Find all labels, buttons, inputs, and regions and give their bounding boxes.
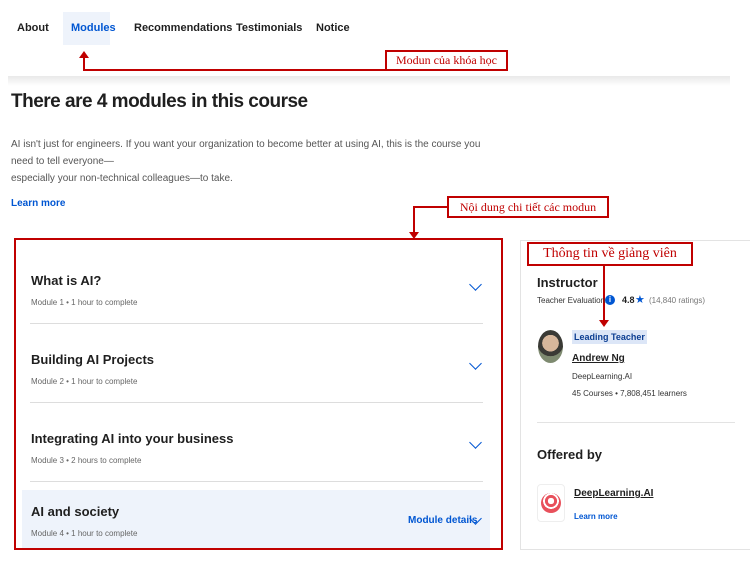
divider [30, 481, 483, 482]
tab-recommendations[interactable]: Recommendations [126, 12, 240, 45]
instructor-stats: 45 Courses • 7,808,451 learners [572, 389, 687, 398]
chevron-down-icon[interactable] [469, 278, 482, 291]
annotation-module-details: Nội dung chi tiết các modun [447, 196, 609, 218]
star-icon: ★ [635, 294, 645, 306]
annotation-arrow [413, 206, 448, 208]
offered-by-link[interactable]: DeepLearning.AI [574, 488, 653, 499]
module-details-button[interactable]: Module details [408, 515, 477, 526]
module-meta: Module 2 • 1 hour to complete [31, 377, 138, 386]
chevron-down-icon[interactable] [469, 436, 482, 449]
divider [30, 323, 483, 324]
chevron-down-icon[interactable] [469, 357, 482, 370]
tab-notice[interactable]: Notice [308, 12, 358, 45]
evaluations-label: Teacher Evaluations [537, 296, 610, 305]
module-item[interactable]: Building AI Projects Module 2 • 1 hour t… [22, 325, 490, 403]
logo-icon [541, 493, 561, 513]
module-title: Building AI Projects [31, 352, 155, 367]
instructor-avatar[interactable] [538, 330, 563, 363]
module-item[interactable]: AI and society Module 4 • 1 hour to comp… [22, 490, 490, 548]
annotation-arrow [413, 206, 415, 234]
learn-more-link[interactable]: Learn more [11, 198, 65, 209]
annotation-instructor: Thông tin về giảng viên [527, 242, 693, 266]
ratings-count: (14,840 ratings) [649, 296, 706, 305]
arrow-head-icon [599, 320, 609, 327]
module-title: Integrating AI into your business [31, 431, 234, 446]
tab-about[interactable]: About [9, 12, 57, 45]
divider [537, 422, 735, 423]
module-title: AI and society [31, 504, 120, 519]
annotation-modules: Modun của khóa học [385, 50, 508, 71]
course-description: AI isn't just for engineers. If you want… [11, 136, 491, 187]
page-title: There are 4 modules in this course [11, 91, 308, 112]
leading-teacher-badge: Leading Teacher [572, 330, 647, 344]
deeplearning-logo[interactable] [537, 484, 565, 522]
rating-value: 4.8 [622, 295, 635, 305]
module-meta: Module 3 • 2 hours to complete [31, 456, 142, 465]
description-line: AI isn't just for engineers. If you want… [11, 139, 481, 167]
annotation-arrow [83, 69, 386, 71]
tab-modules[interactable]: Modules [63, 12, 116, 45]
instructor-org: DeepLearning.AI [572, 372, 633, 381]
module-meta: Module 4 • 1 hour to complete [31, 529, 138, 538]
description-line: especially your non-technical colleagues… [11, 173, 233, 184]
nav-shadow [8, 76, 730, 86]
arrow-head-icon [79, 51, 89, 58]
instructor-heading: Instructor [537, 275, 598, 290]
divider [30, 402, 483, 403]
module-meta: Module 1 • 1 hour to complete [31, 298, 138, 307]
tab-testimonials[interactable]: Testimonials [228, 12, 310, 45]
annotation-arrow [603, 266, 605, 322]
offered-by-heading: Offered by [537, 447, 603, 462]
module-item[interactable]: Integrating AI into your business Module… [22, 404, 490, 482]
instructor-name-link[interactable]: Andrew Ng [572, 353, 625, 364]
offered-by-learn-more-link[interactable]: Learn more [574, 512, 618, 521]
module-title: What is AI? [31, 273, 102, 288]
module-item[interactable]: What is AI? Module 1 • 1 hour to complet… [22, 246, 490, 324]
info-icon[interactable]: i [605, 295, 615, 305]
